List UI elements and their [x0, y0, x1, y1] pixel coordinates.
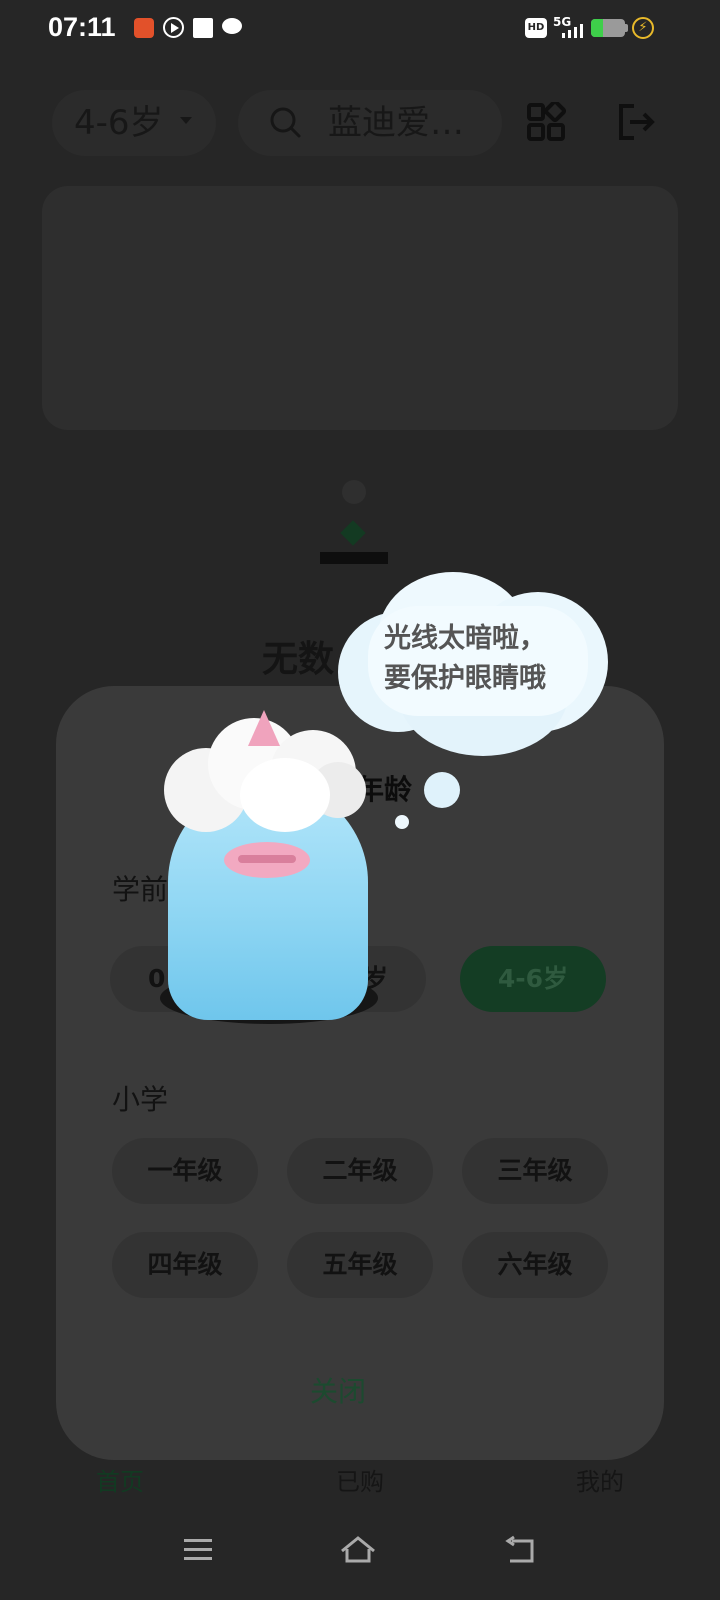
battery-icon — [591, 19, 625, 37]
tab-mine[interactable]: 我的 — [576, 1462, 624, 1497]
status-time: 07:11 — [48, 12, 116, 42]
battery-tip — [625, 24, 628, 32]
thought-dot-large — [424, 772, 460, 808]
chip-grade-3[interactable]: 三年级 — [462, 1138, 608, 1204]
banner-placeholder — [42, 186, 678, 430]
caret-down-icon — [180, 117, 193, 124]
bubble-text-line-2: 要保护眼睛哦 — [384, 663, 546, 694]
chip-grade-1[interactable]: 一年级 — [112, 1138, 258, 1204]
chip-grade-2[interactable]: 二年级 — [287, 1138, 433, 1204]
thought-bubble: 光线太暗啦， 要保护眼睛哦 — [338, 572, 614, 758]
home-icon[interactable] — [338, 1535, 378, 1567]
chip-grade-6[interactable]: 六年级 — [462, 1232, 608, 1298]
menu-icon[interactable] — [182, 1535, 214, 1565]
app-notification-icon — [134, 18, 154, 38]
tab-purchased[interactable]: 已购 — [336, 1462, 384, 1497]
section-label-primary: 小学 — [112, 1083, 169, 1116]
chip-age-4-6[interactable]: 4-6岁 — [460, 946, 606, 1012]
close-button[interactable]: 关闭 — [310, 1370, 366, 1410]
signal-icon — [562, 24, 583, 38]
age-selector-label: 4-6岁 — [74, 103, 164, 143]
play-notification-icon — [163, 17, 184, 38]
empty-state-title: 无数 — [262, 639, 335, 680]
square-notification-icon — [193, 18, 213, 38]
chip-grade-4[interactable]: 四年级 — [112, 1232, 258, 1298]
back-icon[interactable] — [502, 1535, 538, 1567]
search-icon — [270, 107, 301, 138]
charging-icon: ⚡ — [632, 17, 654, 39]
logout-icon[interactable] — [616, 102, 656, 142]
thought-dot-small — [395, 815, 409, 829]
chip-grade-5[interactable]: 五年级 — [287, 1232, 433, 1298]
chat-notification-icon — [222, 18, 242, 34]
age-selector-button[interactable]: 4-6岁 — [52, 90, 216, 156]
empty-state-illustration — [320, 480, 390, 566]
category-grid-icon[interactable] — [526, 102, 566, 142]
search-text: 蓝迪爱… — [328, 103, 464, 143]
hd-badge: HD — [525, 18, 547, 38]
bubble-text-line-1: 光线太暗啦， — [384, 623, 546, 654]
tab-home[interactable]: 首页 — [96, 1462, 144, 1497]
